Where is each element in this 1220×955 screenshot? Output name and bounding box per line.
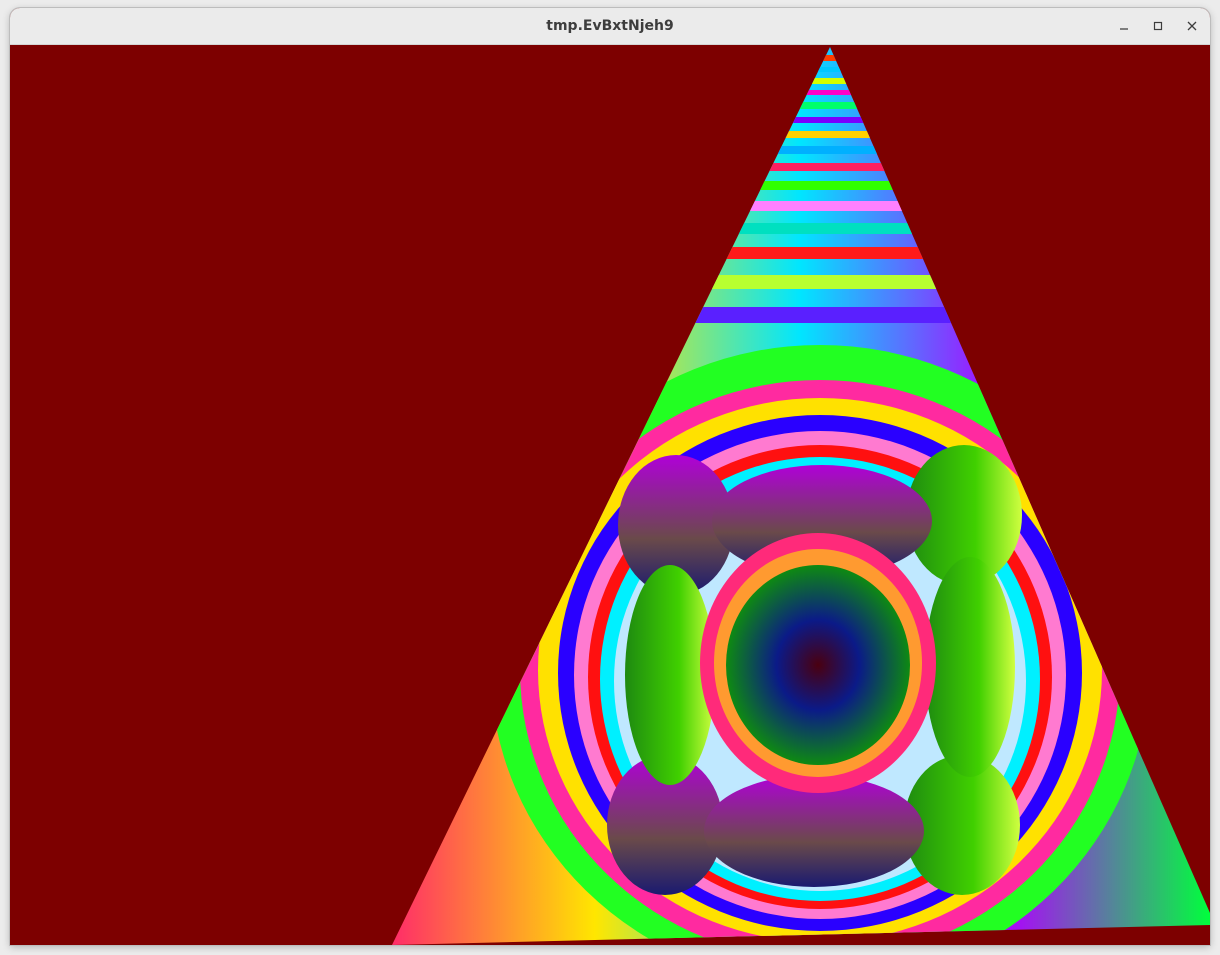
minimize-icon bbox=[1120, 28, 1128, 30]
minimize-button[interactable] bbox=[1112, 14, 1136, 38]
app-window: tmp.EvBxtNjeh9 bbox=[10, 8, 1210, 945]
maximize-icon bbox=[1153, 21, 1163, 31]
shaded-triangle bbox=[392, 47, 1210, 945]
render-canvas bbox=[10, 45, 1210, 945]
close-button[interactable] bbox=[1180, 14, 1204, 38]
close-icon bbox=[1187, 21, 1197, 31]
title-bar[interactable]: tmp.EvBxtNjeh9 bbox=[10, 8, 1210, 45]
maximize-button[interactable] bbox=[1146, 14, 1170, 38]
window-title: tmp.EvBxtNjeh9 bbox=[546, 18, 674, 34]
